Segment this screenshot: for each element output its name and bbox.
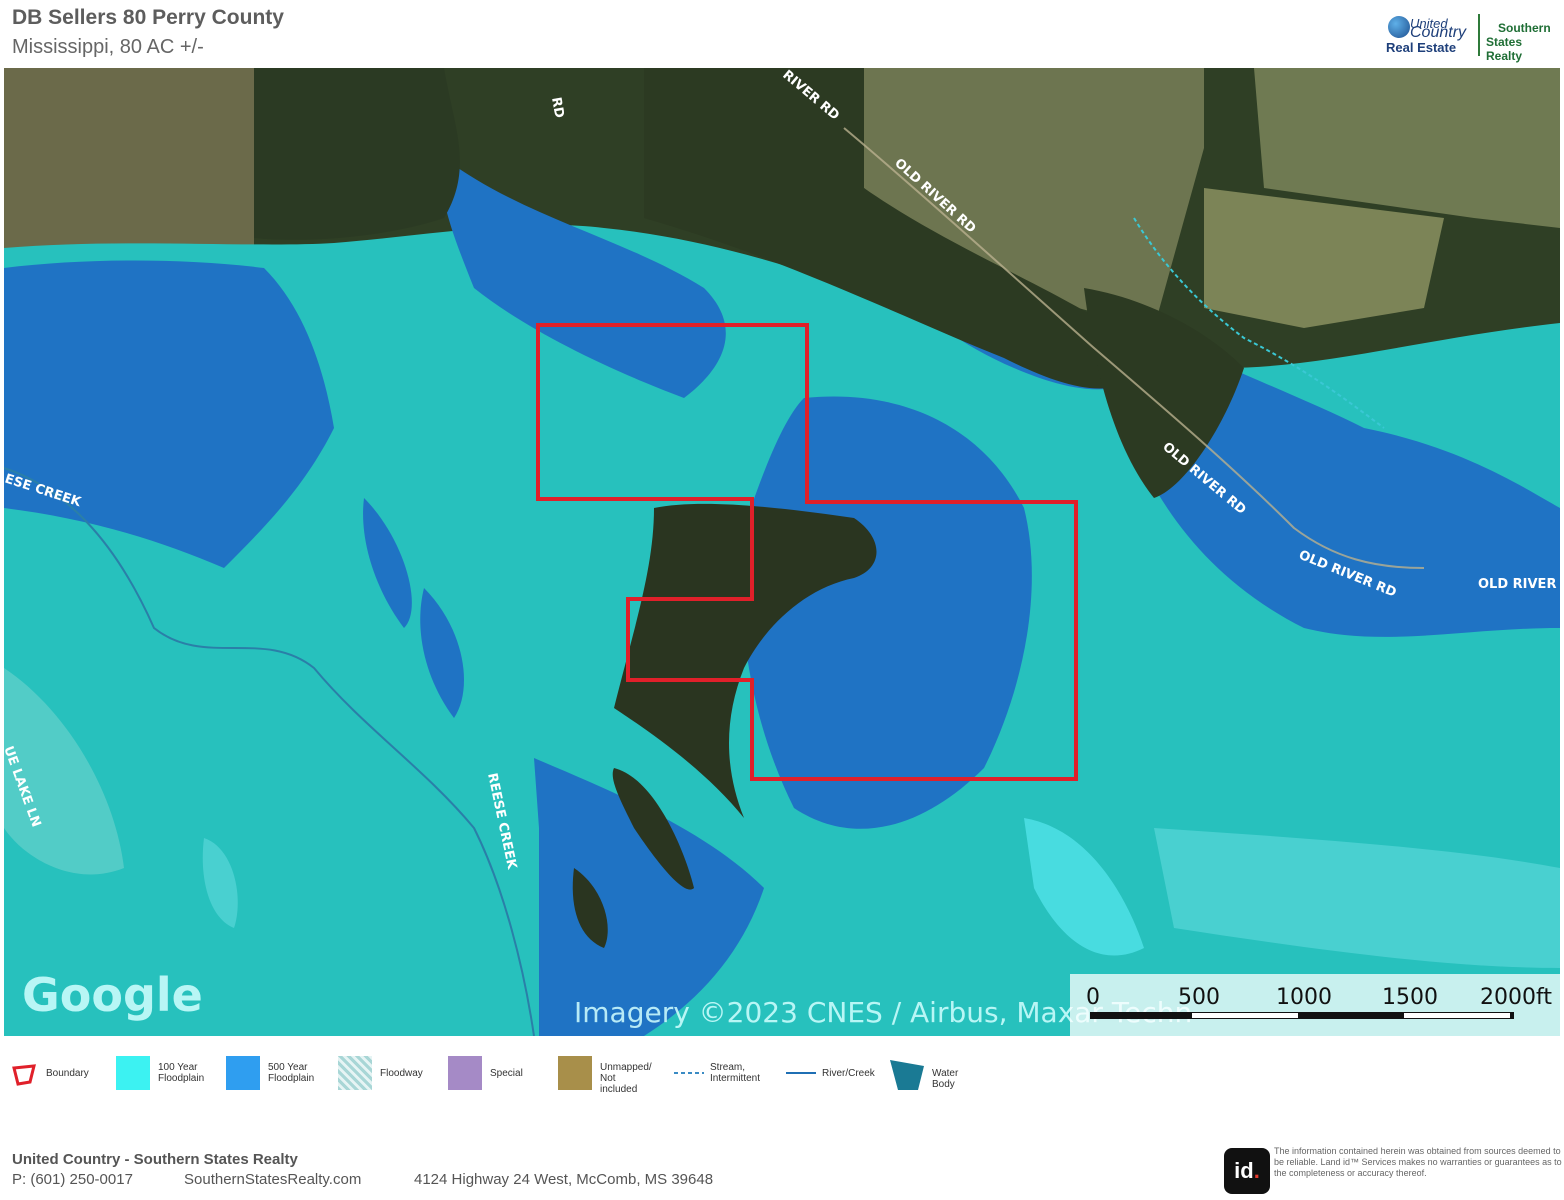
- legend-label: River/Creek: [822, 1068, 875, 1079]
- stream-icon: [674, 1072, 704, 1074]
- legend-label: Boundary: [46, 1068, 89, 1079]
- scale-bar-graphic: 0 500 1000 1500 2000ft: [1086, 985, 1552, 1019]
- landid-badge-text: id: [1234, 1158, 1254, 1183]
- logo-divider: [1478, 14, 1480, 56]
- legend-label: Unmapped/ Not included: [600, 1062, 652, 1095]
- logo-states-realty: States Realty: [1486, 35, 1523, 63]
- water-body-icon: [890, 1060, 924, 1090]
- scale-tick: 2000ft: [1480, 985, 1552, 1010]
- landid-logo: id.: [1224, 1148, 1270, 1194]
- scale-tick: 1000: [1276, 985, 1332, 1010]
- scale-tick: 1500: [1382, 985, 1438, 1010]
- map-legend: Boundary 100 Year Floodplain 500 Year Fl…: [0, 1050, 1564, 1100]
- legend-label: Water Body: [932, 1068, 959, 1090]
- footer-disclaimer: The information contained herein was obt…: [1274, 1146, 1562, 1178]
- legend-label: Floodway: [380, 1068, 423, 1079]
- floodplain-100-swatch: [116, 1056, 150, 1090]
- scale-bar: 0 500 1000 1500 2000ft: [1070, 974, 1560, 1036]
- footer-address: 4124 Highway 24 West, McComb, MS 39648: [414, 1171, 714, 1188]
- scale-bar-segment: [1404, 1013, 1510, 1018]
- road-label-old-river-4: OLD RIVER R: [1478, 577, 1560, 592]
- scale-tick: 0: [1086, 985, 1100, 1010]
- unmapped-swatch: [558, 1056, 592, 1090]
- logo-real-estate: Real Estate: [1386, 40, 1457, 55]
- cleared-field: [4, 68, 254, 258]
- globe-icon: [1388, 16, 1410, 38]
- legend-label: 500 Year Floodplain: [268, 1062, 315, 1084]
- legend-label: 100 Year Floodplain: [158, 1062, 205, 1084]
- floodway-swatch: [338, 1056, 372, 1090]
- map-subtitle: Mississippi, 80 AC +/-: [12, 36, 204, 58]
- special-swatch: [448, 1056, 482, 1090]
- footer-phone: P: (601) 250-0017: [12, 1171, 133, 1188]
- legend-label: Special: [490, 1068, 523, 1079]
- boundary-icon: [12, 1064, 36, 1086]
- river-icon: [786, 1072, 816, 1074]
- footer-company: United Country - Southern States Realty: [12, 1151, 298, 1168]
- scale-bar-segment: [1192, 1013, 1298, 1018]
- united-country-logo: United Country Real Estate Southern Stat…: [1384, 14, 1560, 63]
- floodplain-500-swatch: [226, 1056, 260, 1090]
- flood-map[interactable]: RD RIVER RD OLD RIVER RD OLD RIVER RD OL…: [4, 68, 1560, 1036]
- google-watermark: Google: [22, 968, 203, 1022]
- landid-dot-icon: .: [1253, 1158, 1260, 1183]
- map-canvas: RD RIVER RD OLD RIVER RD OLD RIVER RD OL…: [4, 68, 1560, 1036]
- map-title: DB Sellers 80 Perry County: [12, 6, 284, 29]
- scale-tick: 500: [1178, 985, 1220, 1010]
- logo-southern: Southern: [1498, 21, 1551, 35]
- legend-label: Stream, Intermittent: [710, 1062, 761, 1084]
- footer-website[interactable]: SouthernStatesRealty.com: [184, 1171, 361, 1188]
